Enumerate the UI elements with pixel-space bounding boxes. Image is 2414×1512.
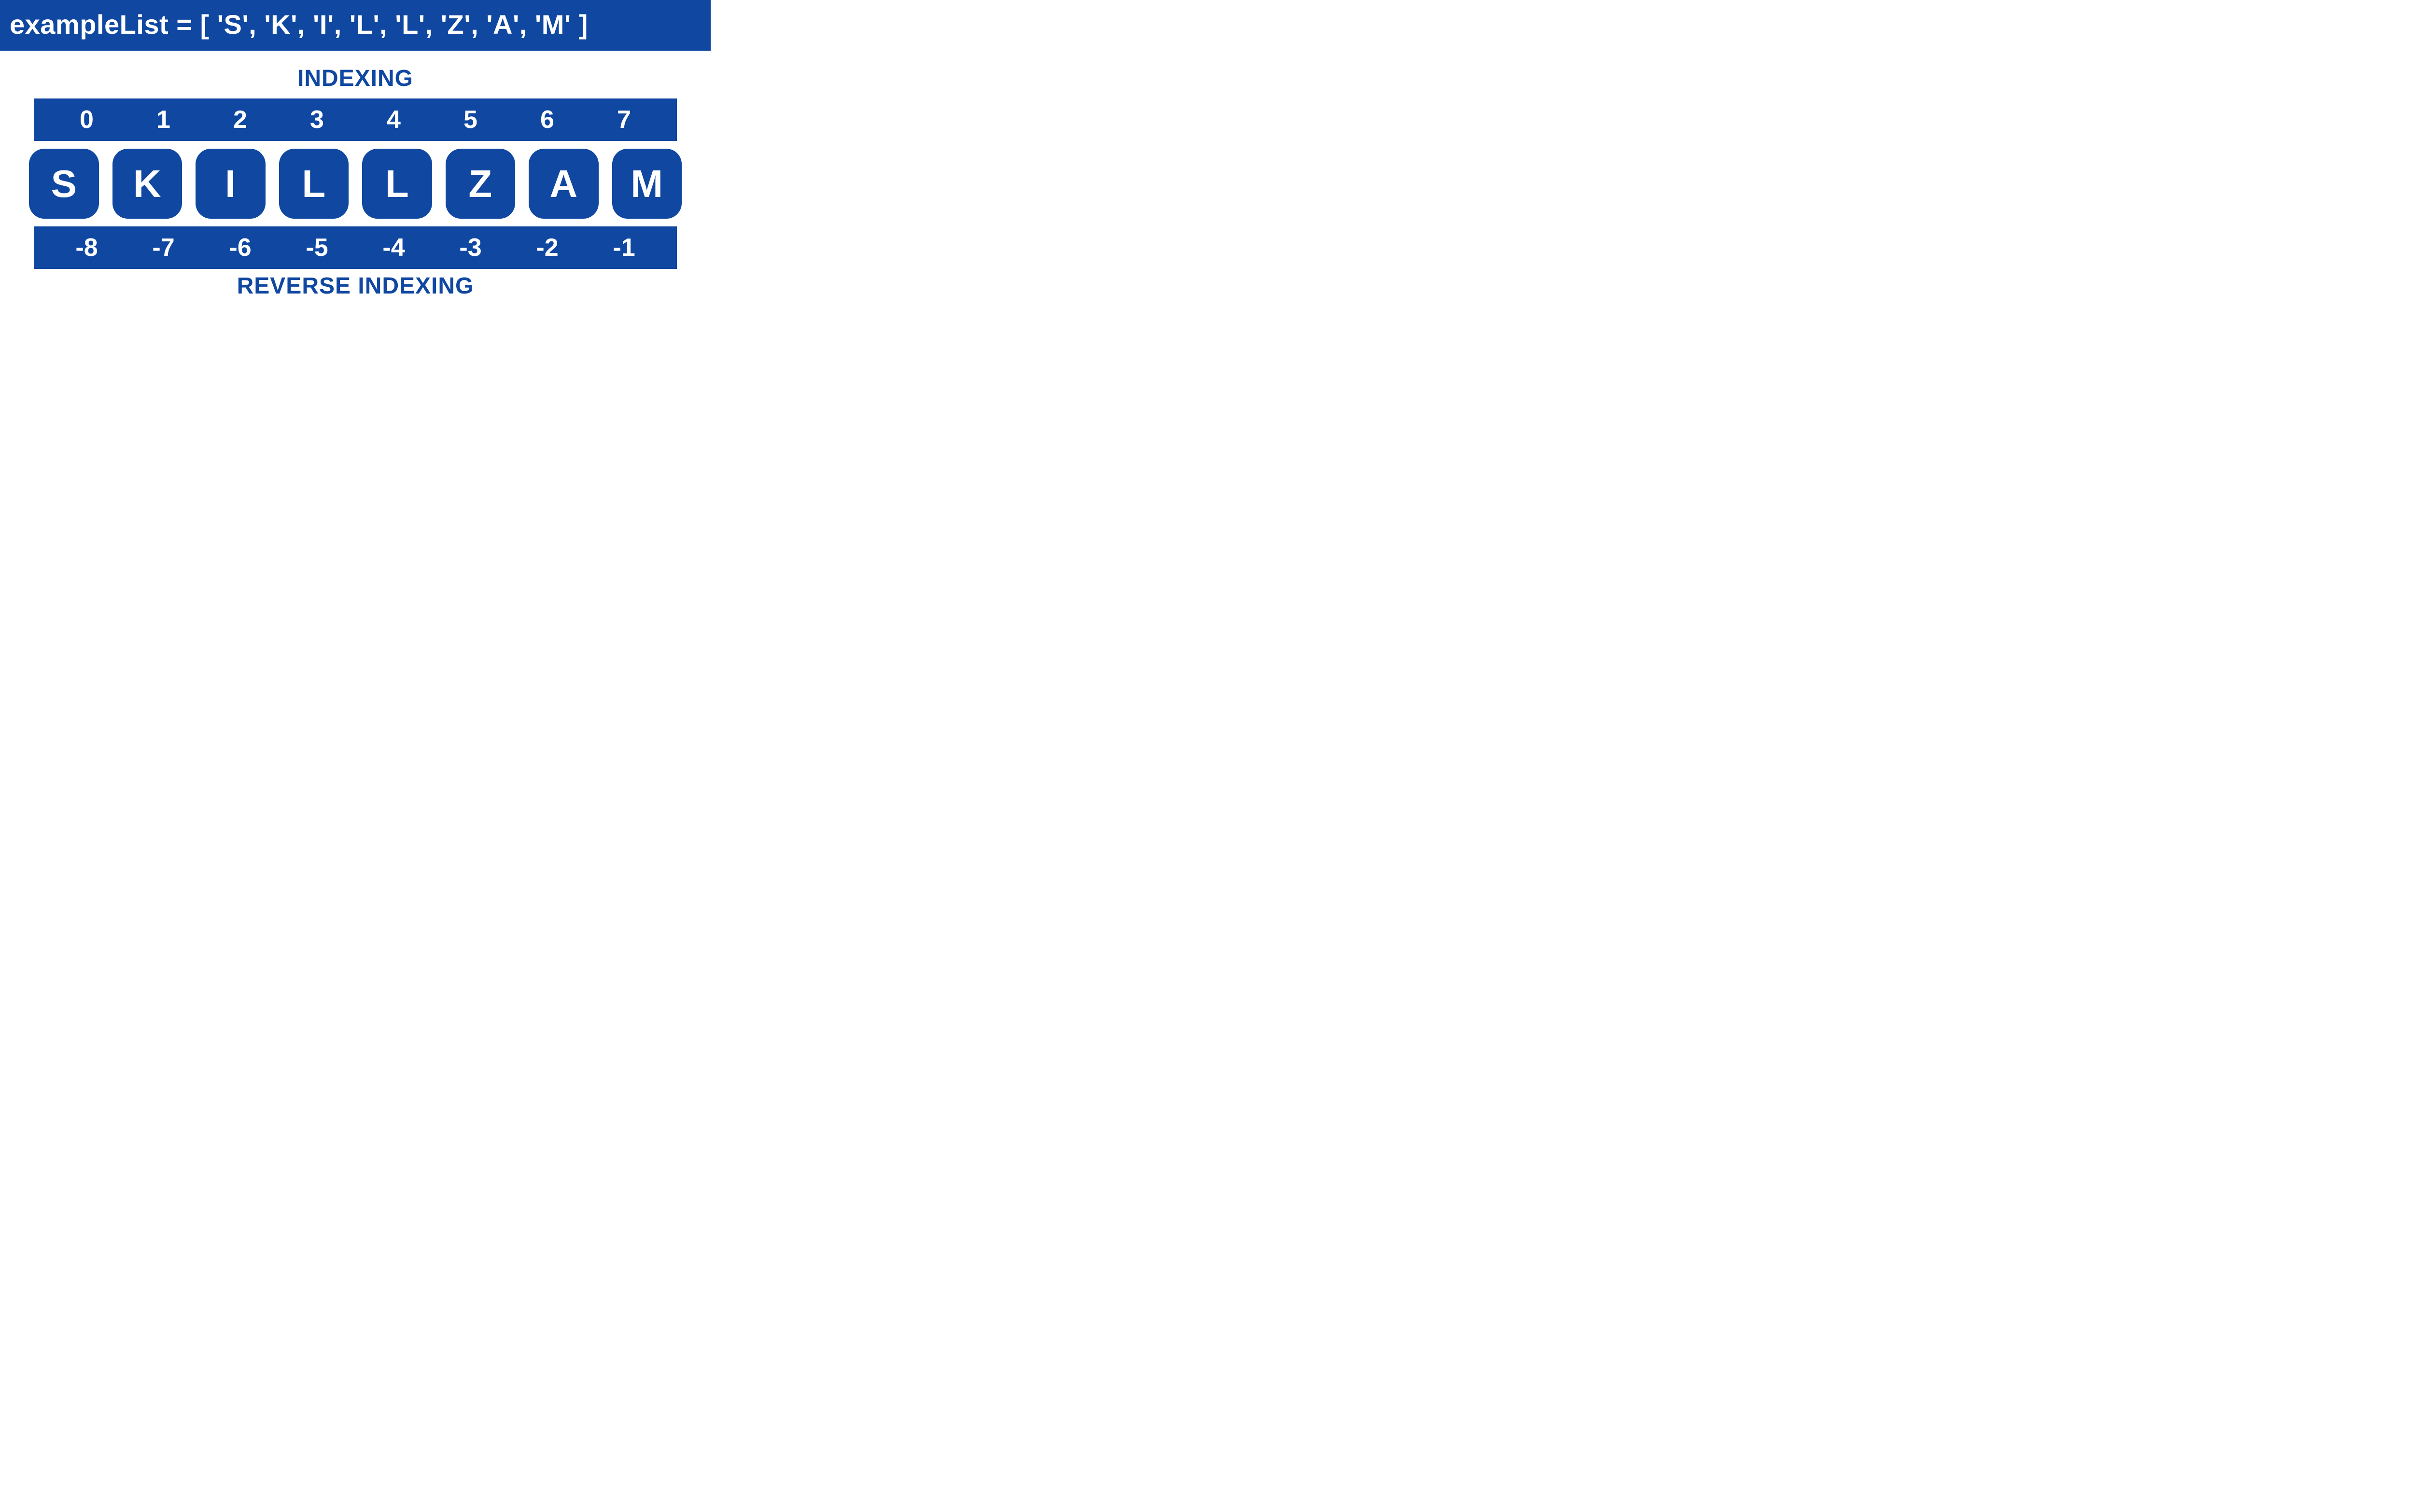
letter-tile: Z: [446, 149, 516, 219]
diagram-container: INDEXING 0 1 2 3 4 5 6 7 S K I L L Z A M…: [0, 51, 711, 299]
positive-index-cell: 6: [509, 105, 586, 134]
positive-index-bar: 0 1 2 3 4 5 6 7: [34, 98, 677, 141]
letter-tile: M: [612, 149, 682, 219]
negative-index-cell: -1: [586, 233, 662, 262]
letter-tile: L: [362, 149, 432, 219]
negative-index-cell: -7: [125, 233, 202, 262]
letter-tile: A: [529, 149, 599, 219]
negative-index-cell: -2: [509, 233, 586, 262]
positive-index-cell: 0: [48, 105, 125, 134]
letter-tile: I: [196, 149, 266, 219]
negative-index-cell: -4: [355, 233, 432, 262]
positive-index-cell: 5: [432, 105, 509, 134]
letter-tiles-row: S K I L L Z A M: [29, 149, 682, 219]
positive-index-cell: 1: [125, 105, 202, 134]
indexing-title: INDEXING: [29, 65, 682, 92]
letter-tile: L: [279, 149, 349, 219]
code-banner: exampleList = [ 'S', 'K', 'I', 'L', 'L',…: [0, 0, 711, 51]
positive-index-cell: 7: [586, 105, 662, 134]
reverse-indexing-title: REVERSE INDEXING: [29, 273, 682, 299]
letter-tile: S: [29, 149, 99, 219]
positive-index-cell: 3: [279, 105, 355, 134]
negative-index-bar: -8 -7 -6 -5 -4 -3 -2 -1: [34, 226, 677, 269]
negative-index-cell: -8: [48, 233, 125, 262]
negative-index-cell: -3: [432, 233, 509, 262]
negative-index-cell: -6: [202, 233, 279, 262]
positive-index-cell: 2: [202, 105, 279, 134]
positive-index-cell: 4: [355, 105, 432, 134]
letter-tile: K: [112, 149, 182, 219]
negative-index-cell: -5: [279, 233, 355, 262]
